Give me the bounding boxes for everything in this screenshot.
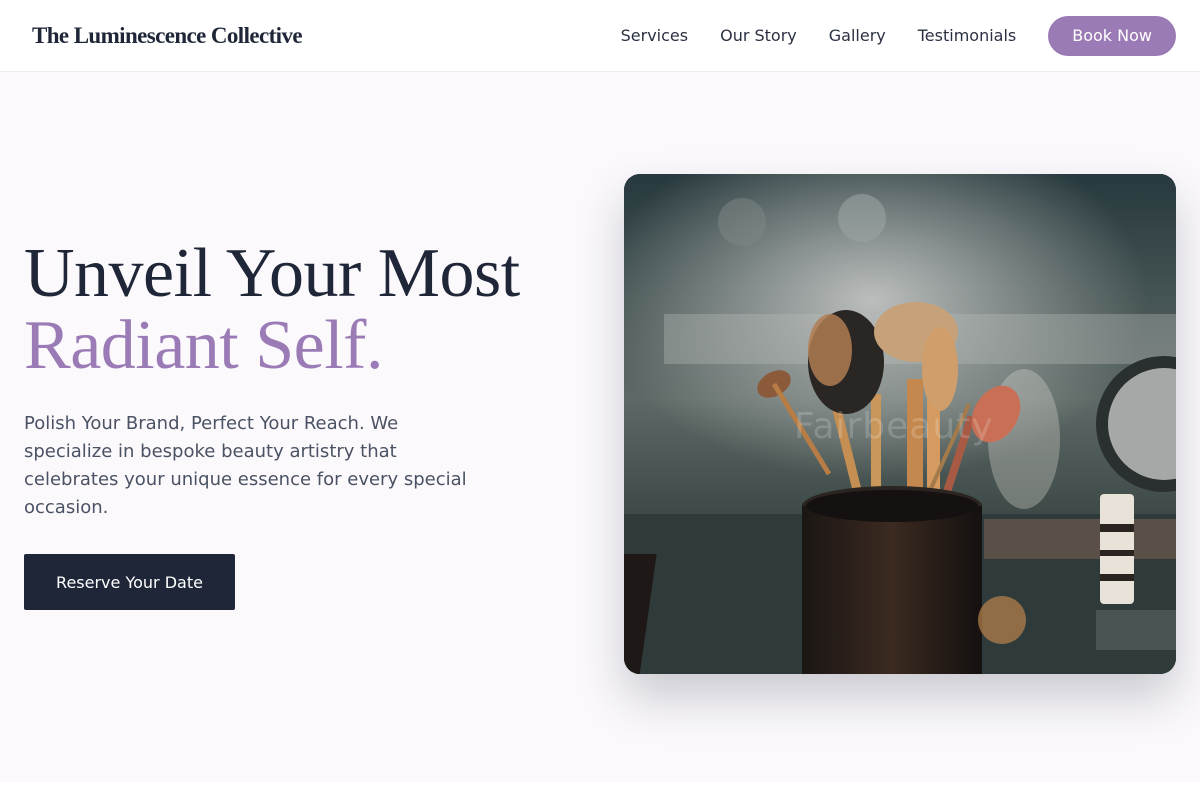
- nav-link-gallery[interactable]: Gallery: [829, 26, 886, 45]
- hero-headline-line1: Unveil Your Most: [24, 235, 520, 312]
- hero-subtitle: Polish Your Brand, Perfect Your Reach. W…: [24, 413, 467, 518]
- reserve-date-button[interactable]: Reserve Your Date: [24, 554, 235, 610]
- nav-link-services[interactable]: Services: [621, 26, 688, 45]
- site-header: The Luminescence Collective Services Our…: [0, 0, 1200, 72]
- hero-headline-line2: Radiant Self.: [24, 307, 383, 384]
- brand-logo[interactable]: The Luminescence Collective: [32, 23, 303, 49]
- hero-headline: Unveil Your Most Radiant Self.: [24, 238, 584, 382]
- hero-image-makeup-brushes: Fairbeauty: [624, 174, 1176, 674]
- main-nav: Services Our Story Gallery Testimonials …: [621, 15, 1176, 56]
- image-watermark: Fairbeauty: [794, 406, 994, 447]
- book-now-button[interactable]: Book Now: [1048, 15, 1176, 56]
- hero-section: Unveil Your Most Radiant Self. Polish Yo…: [24, 238, 584, 610]
- next-section-edge: [0, 782, 1200, 800]
- nav-link-our-story[interactable]: Our Story: [720, 26, 797, 45]
- nav-link-testimonials[interactable]: Testimonials: [918, 26, 1017, 45]
